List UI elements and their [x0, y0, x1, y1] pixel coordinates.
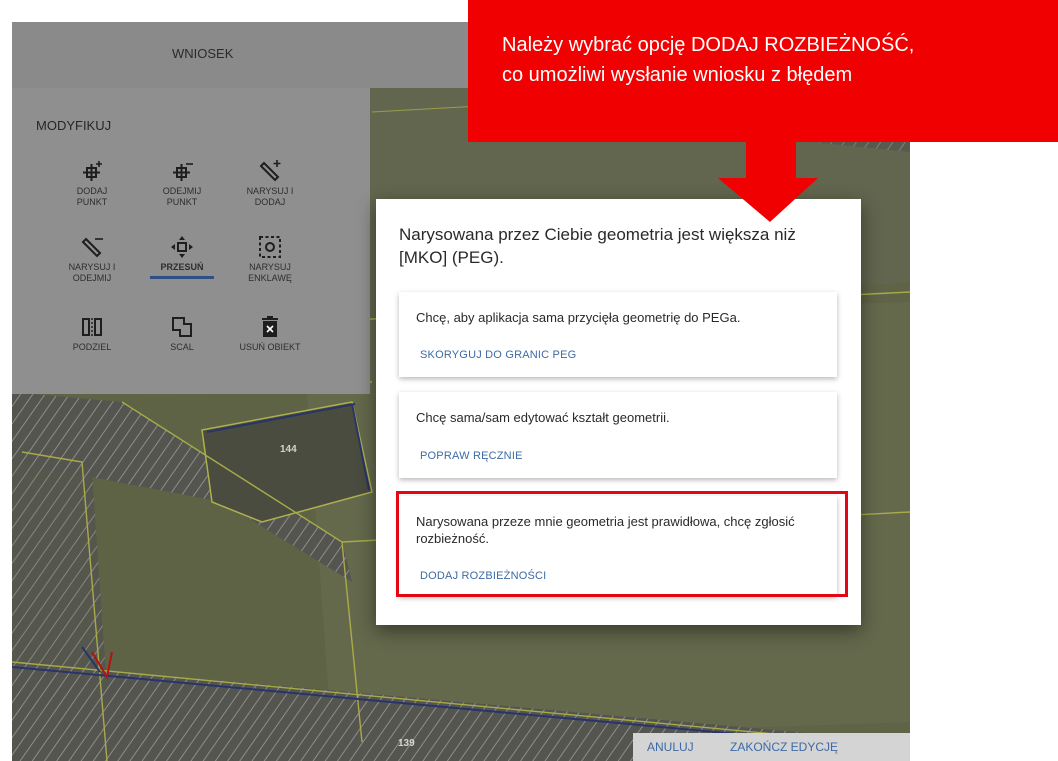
- trash-icon: [225, 314, 315, 340]
- tool-label: NARYSUJ I DODAJ: [246, 186, 294, 207]
- add-point-icon: [47, 158, 137, 184]
- draw-and-add-tool[interactable]: NARYSUJ I DODAJ: [225, 158, 315, 208]
- option-card-manual: Chcę sama/sam edytować kształt geometrii…: [399, 392, 837, 478]
- split-icon: [47, 314, 137, 340]
- merge-tool[interactable]: SCAL: [137, 314, 227, 353]
- parcel-label: 144: [280, 444, 297, 455]
- modify-tools-panel: MODYFIKUJ DODAJ PUNKT ODEJMIJ PUNKT NARY…: [12, 88, 370, 394]
- app-window: 144 139 WNIOSEK MODYFIKUJ DODAJ PUNKT OD…: [0, 0, 1058, 761]
- edit-actions-bar: ANULUJ ZAKOŃCZ EDYCJĘ: [633, 733, 910, 761]
- option-text: Chcę sama/sam edytować kształt geometrii…: [416, 410, 670, 425]
- draw-and-subtract-tool[interactable]: NARYSUJ I ODEJMIJ: [47, 234, 137, 284]
- callout-text: Należy wybrać opcję DODAJ ROZBIEŻNOŚĆ, c…: [502, 34, 915, 86]
- active-tool-indicator: [150, 276, 214, 279]
- instruction-callout: Należy wybrać opcję DODAJ ROZBIEŻNOŚĆ, c…: [468, 0, 1058, 142]
- tool-label: SCAL: [170, 342, 194, 352]
- panel-heading: MODYFIKUJ: [36, 118, 112, 133]
- dialog-title: Narysowana przez Ciebie geometria jest w…: [399, 225, 796, 267]
- pencil-plus-icon: [225, 158, 315, 184]
- tool-label: PODZIEL: [72, 342, 112, 352]
- move-tool[interactable]: PRZESUŃ: [137, 234, 227, 279]
- pencil-minus-icon: [47, 234, 137, 260]
- draw-enclave-tool[interactable]: NARYSUJ ENKLAWĘ: [225, 234, 315, 284]
- tool-label: ODEJMIJ PUNKT: [162, 186, 202, 207]
- split-tool[interactable]: PODZIEL: [47, 314, 137, 353]
- callout-arrow-icon: [718, 142, 818, 222]
- merge-icon: [137, 314, 227, 340]
- manual-edit-button[interactable]: POPRAW RĘCZNIE: [420, 450, 523, 462]
- finish-edit-button[interactable]: ZAKOŃCZ EDYCJĘ: [730, 740, 838, 754]
- parcel-label: 139: [398, 738, 415, 749]
- tool-label: DODAJ PUNKT: [76, 186, 108, 207]
- tool-label: PRZESUŃ: [160, 262, 204, 272]
- highlight-frame: [396, 491, 848, 597]
- add-point-tool[interactable]: DODAJ PUNKT: [47, 158, 137, 208]
- remove-point-tool[interactable]: ODEJMIJ PUNKT: [137, 158, 227, 208]
- option-text: Chcę, aby aplikacja sama przycięła geome…: [416, 310, 741, 325]
- app-header: WNIOSEK: [12, 22, 512, 88]
- trim-to-peg-button[interactable]: SKORYGUJ DO GRANIC PEG: [420, 349, 576, 361]
- tool-label: NARYSUJ I ODEJMIJ: [68, 262, 116, 283]
- remove-point-icon: [137, 158, 227, 184]
- tool-label: NARYSUJ ENKLAWĘ: [248, 262, 292, 283]
- enclave-icon: [225, 234, 315, 260]
- delete-object-tool[interactable]: USUŃ OBIEKT: [225, 314, 315, 353]
- cancel-button[interactable]: ANULUJ: [647, 740, 694, 754]
- header-title[interactable]: WNIOSEK: [172, 46, 233, 61]
- tool-label: USUŃ OBIEKT: [239, 342, 301, 352]
- move-arrows-icon: [137, 234, 227, 260]
- option-card-trim: Chcę, aby aplikacja sama przycięła geome…: [399, 292, 837, 377]
